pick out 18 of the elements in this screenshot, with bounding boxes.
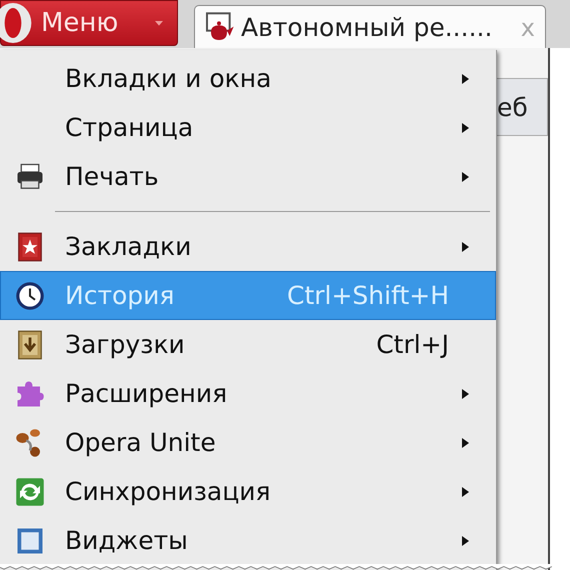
menu-item[interactable]: Печать: [0, 152, 496, 201]
menu-button[interactable]: Меню: [0, 0, 178, 46]
browser-tab[interactable]: Автономный ре...... x: [194, 5, 546, 49]
clock-icon: [15, 280, 45, 310]
tab-title: Автономный ре......: [241, 13, 494, 42]
logo-icon: [0, 2, 33, 44]
widget-icon: [15, 526, 45, 556]
bookmark-icon: [15, 232, 45, 262]
menu-item[interactable]: Синхронизация: [0, 467, 496, 516]
puzzle-icon: [15, 378, 45, 408]
download-icon: [15, 330, 45, 360]
printer-icon: [15, 162, 45, 192]
menu-item[interactable]: Расширения: [0, 369, 496, 418]
menu-item[interactable]: Виджеты: [0, 516, 496, 565]
menu-item[interactable]: Opera Unite: [0, 418, 496, 467]
sync-icon: [15, 476, 45, 506]
menu-item[interactable]: Загрузки Ctrl+J: [0, 320, 496, 369]
menu-item[interactable]: Закладки: [0, 222, 496, 271]
